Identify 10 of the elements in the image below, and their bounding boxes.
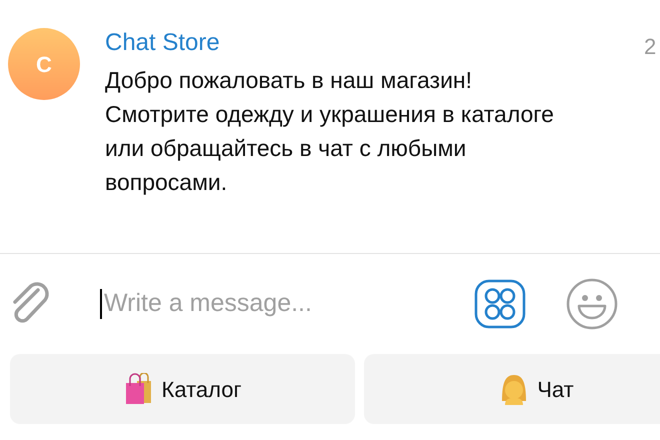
keyboard-grid-icon[interactable]: [474, 279, 526, 329]
smiley-icon[interactable]: [566, 278, 618, 330]
message-text: Добро пожаловать в наш магазин! Смотрите одежду и украшения в каталоге или обращайтесь в чат с любыми вопросами.: [105, 66, 555, 197]
message-time: 2: [644, 33, 658, 61]
shopping-bags-icon: [124, 373, 154, 405]
sender-name: Chat Store: [105, 29, 221, 57]
keyboard-button[interactable]: Каталог: [10, 354, 355, 424]
message-input[interactable]: Write a message...: [102, 285, 474, 323]
keyboard-button[interactable]: Чат: [364, 354, 660, 424]
avatar: C: [8, 28, 80, 100]
